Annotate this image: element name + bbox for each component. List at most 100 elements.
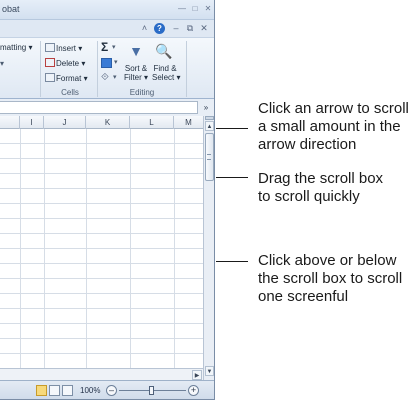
grid-line — [86, 129, 87, 380]
insert-button[interactable]: Insert ▾ — [45, 43, 82, 53]
grid-line — [174, 129, 175, 380]
grid-line — [0, 308, 203, 309]
leader-line-screenful — [216, 261, 248, 262]
insert-label: Insert — [56, 44, 77, 53]
grid-line — [44, 129, 45, 380]
close-icon[interactable]: ✕ — [202, 4, 214, 14]
ribbon: matting ▾ ▾ Insert ▾ Delete ▾ Format ▾ C… — [0, 37, 214, 99]
grid-line — [0, 353, 203, 354]
callout-arrow: Click an arrow to scroll a small amount … — [258, 100, 409, 154]
grid-line — [0, 218, 203, 219]
grid-line — [0, 278, 203, 279]
grid-line — [0, 173, 203, 174]
excel-window: obat — □ ✕ ˄ ? – ⧉ ✕ matting ▾ ▾ Insert … — [0, 0, 215, 400]
doc-close-icon[interactable]: ✕ — [199, 23, 209, 34]
ribbon-tab-strip: ˄ ? – ⧉ ✕ — [0, 20, 214, 37]
scroll-up-icon[interactable]: ▲ — [205, 121, 214, 131]
find-select-line1: Find & — [153, 64, 177, 73]
grid-line — [20, 129, 21, 380]
restore-icon[interactable]: □ — [189, 4, 201, 14]
sort-filter-button-line2[interactable]: Filter ▾ — [124, 73, 148, 82]
cell-grid[interactable] — [0, 129, 203, 380]
leader-line-scroll-box — [216, 177, 248, 178]
group-separator — [40, 41, 41, 97]
grid-line — [0, 248, 203, 249]
group-separator — [97, 41, 98, 97]
zoom-level[interactable]: 100% — [80, 386, 100, 395]
callout-screenful-line3: one screenful — [258, 288, 349, 305]
callout-arrow-line1: Click an arrow to scroll — [258, 100, 409, 117]
formula-bar: » — [0, 99, 214, 116]
callout-screenful-line1: Click above or below — [258, 252, 397, 269]
scroll-grip-icon — [207, 154, 211, 160]
scroll-down-icon[interactable]: ▼ — [205, 366, 214, 376]
sort-filter-line2: Filter — [124, 73, 142, 82]
formula-input[interactable] — [0, 101, 198, 114]
grid-line — [0, 233, 203, 234]
column-header-partial[interactable] — [0, 116, 20, 129]
status-bar: 100% – + — [0, 380, 214, 399]
page-break-preview-icon[interactable] — [62, 385, 73, 396]
fill-dropdown-icon[interactable]: ▾ — [114, 58, 118, 66]
column-headers: I J K L M — [0, 116, 203, 129]
delete-label: Delete — [56, 59, 80, 68]
fill-icon[interactable] — [101, 58, 112, 68]
expand-formula-icon[interactable]: » — [200, 101, 212, 114]
group-label-editing: Editing — [129, 88, 155, 97]
grid-line — [0, 293, 203, 294]
callout-scroll-box-line2: to scroll quickly — [258, 188, 360, 205]
callout-arrow-line3: arrow direction — [258, 136, 357, 153]
find-select-button-line2[interactable]: Select ▾ — [152, 73, 180, 82]
callout-scroll-box-line1: Drag the scroll box — [258, 170, 384, 187]
help-icon[interactable]: ? — [154, 23, 165, 34]
normal-view-icon[interactable] — [36, 385, 47, 396]
clear-icon[interactable]: ⟐ — [101, 72, 109, 83]
ribbon-collapse-icon[interactable]: ˄ — [140, 23, 149, 34]
callout-screenful: Click above or below the scroll box to s… — [258, 252, 402, 306]
conditional-formatting-button[interactable]: matting ▾ — [0, 43, 32, 52]
title-bar: obat — □ ✕ — [0, 0, 214, 20]
grid-line — [0, 158, 203, 159]
column-header-l[interactable]: L — [130, 116, 174, 129]
grid-line — [0, 338, 203, 339]
column-header-k[interactable]: K — [86, 116, 130, 129]
sort-filter-icon[interactable]: ▼ — [126, 41, 146, 61]
split-box[interactable] — [205, 116, 214, 120]
zoom-out-icon[interactable]: – — [106, 385, 117, 396]
zoom-in-icon[interactable]: + — [188, 385, 199, 396]
find-select-icon[interactable]: 🔍 — [154, 41, 174, 61]
horizontal-scrollbar[interactable]: ▶ — [0, 368, 203, 380]
page-layout-icon[interactable] — [49, 385, 60, 396]
grid-line — [0, 203, 203, 204]
dropdown-arrow-icon[interactable]: ▾ — [0, 59, 4, 68]
scroll-right-icon[interactable]: ▶ — [192, 370, 202, 380]
callout-screenful-line2: the scroll box to scroll — [258, 270, 403, 287]
column-header-i[interactable]: I — [20, 116, 44, 129]
minimize-icon[interactable]: — — [176, 4, 188, 14]
grid-line — [0, 188, 203, 189]
sort-filter-line1: Sort & — [124, 64, 148, 73]
delete-button[interactable]: Delete ▾ — [45, 58, 85, 68]
format-label: Format — [56, 74, 82, 83]
grid-line — [0, 143, 203, 144]
sort-filter-button[interactable]: Sort & — [124, 64, 148, 73]
column-header-m[interactable]: M — [174, 116, 203, 129]
find-select-button[interactable]: Find & — [152, 64, 178, 73]
formatting-label: matting — [0, 43, 27, 52]
window-title: obat — [2, 4, 20, 14]
sum-icon[interactable]: Σ — [101, 40, 108, 54]
doc-restore-icon[interactable]: ⧉ — [185, 23, 195, 34]
callout-scroll-box: Drag the scroll box to scroll quickly — [258, 170, 383, 206]
doc-minimize-icon[interactable]: – — [171, 23, 181, 34]
grid-line — [130, 129, 131, 380]
sum-dropdown-icon[interactable]: ▾ — [112, 43, 116, 51]
grid-line — [0, 323, 203, 324]
format-button[interactable]: Format ▾ — [45, 73, 88, 83]
leader-line-arrow — [216, 128, 248, 129]
clear-dropdown-icon[interactable]: ▾ — [113, 73, 117, 81]
zoom-slider-thumb[interactable] — [149, 386, 154, 395]
group-label-cells: Cells — [61, 88, 79, 97]
find-select-line2: Select — [152, 73, 175, 82]
column-header-j[interactable]: J — [44, 116, 86, 129]
vertical-scrollbar[interactable]: ▲ ▼ — [203, 116, 214, 380]
